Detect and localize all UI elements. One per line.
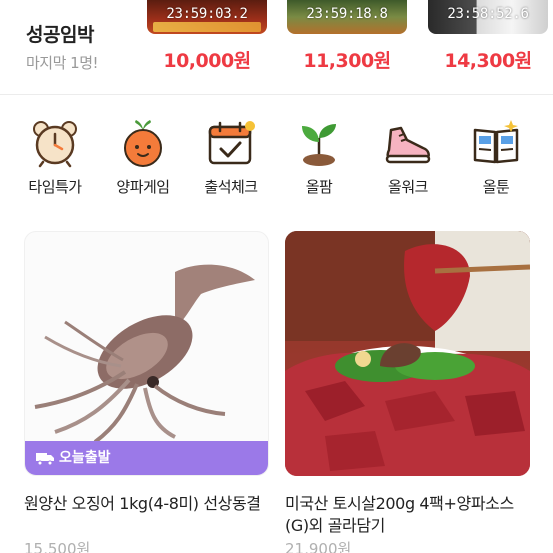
product-price: 15,500원: [24, 540, 91, 553]
squid-image: [34, 264, 255, 444]
deal-countdown-timer: 23:59:18.8: [306, 6, 388, 22]
onion-character-icon: [124, 120, 162, 167]
sprout-icon: [302, 124, 336, 166]
product-title: 원양산 오징어 1kg(4-8미) 선상동결: [24, 494, 261, 513]
category-alltoon[interactable]: 올툰: [456, 118, 536, 208]
deal-thumbnail: 23:59:18.8: [287, 0, 407, 34]
deal-countdown-timer: 23:59:03.2: [166, 6, 248, 22]
deal-thumbnail: 23:59:03.2: [147, 0, 267, 34]
category-label: 양파게임: [116, 178, 170, 196]
product-card[interactable]: 오늘출발 원양산 오징어 1kg(4-8미) 선상동결 15,500원: [24, 231, 269, 553]
deal-section-title: 성공임박: [26, 24, 94, 46]
book-icon: [473, 120, 519, 164]
product-card[interactable]: 미국산 토시살200g 4팩+양파소스 (G)외 골라담기 21,900원: [285, 231, 530, 553]
category-label: 올워크: [388, 178, 428, 196]
product-title: 미국산 토시살200g 4팩+양파소스 (G)외 골라담기: [285, 494, 514, 535]
deal-price: 14,300원: [444, 50, 532, 72]
product-image: [285, 231, 530, 476]
category-label: 출석체크: [204, 178, 258, 196]
section-divider: [0, 94, 553, 95]
badge-label: 오늘출발: [59, 450, 111, 466]
category-time-deal[interactable]: 타임특가: [15, 118, 95, 208]
deal-section-subtitle: 마지막 1명!: [26, 54, 99, 72]
deal-price: 11,300원: [303, 50, 391, 72]
deal-thumbnail: 23:58:52.6: [428, 0, 548, 34]
product-image: 오늘출발: [24, 231, 269, 476]
category-allwalk[interactable]: 올워크: [368, 118, 448, 208]
deal-item[interactable]: 23:59:18.8 11,300원: [287, 0, 407, 80]
deal-item[interactable]: 23:58:52.6 14,300원: [428, 0, 548, 80]
alarm-clock-bear-icon: [33, 121, 77, 168]
deal-section-header[interactable]: 성공임박 마지막 1명!: [26, 20, 146, 73]
category-allfarm[interactable]: 올팜: [279, 118, 359, 208]
deal-countdown-timer: 23:58:52.6: [447, 6, 529, 22]
truck-icon: [36, 453, 54, 466]
sneaker-icon: [385, 126, 431, 164]
calendar-check-icon: [208, 121, 255, 165]
deal-strip: 성공임박 마지막 1명! 23:59:03.2 10,000원 23:59:18…: [0, 0, 553, 94]
thumbnail-banner: [153, 22, 261, 32]
category-label: 올팜: [305, 178, 333, 196]
beef-image: [285, 231, 530, 476]
deal-item[interactable]: 23:59:03.2 10,000원: [147, 0, 267, 80]
category-onion-game[interactable]: 양파게임: [103, 118, 183, 208]
same-day-shipping-badge: 오늘출발: [25, 441, 268, 475]
category-attendance-check[interactable]: 출석체크: [191, 118, 271, 208]
deal-price: 10,000원: [163, 50, 251, 72]
category-label: 올툰: [482, 178, 510, 196]
product-price: 21,900원: [285, 540, 352, 553]
category-label: 타임특가: [28, 178, 82, 196]
